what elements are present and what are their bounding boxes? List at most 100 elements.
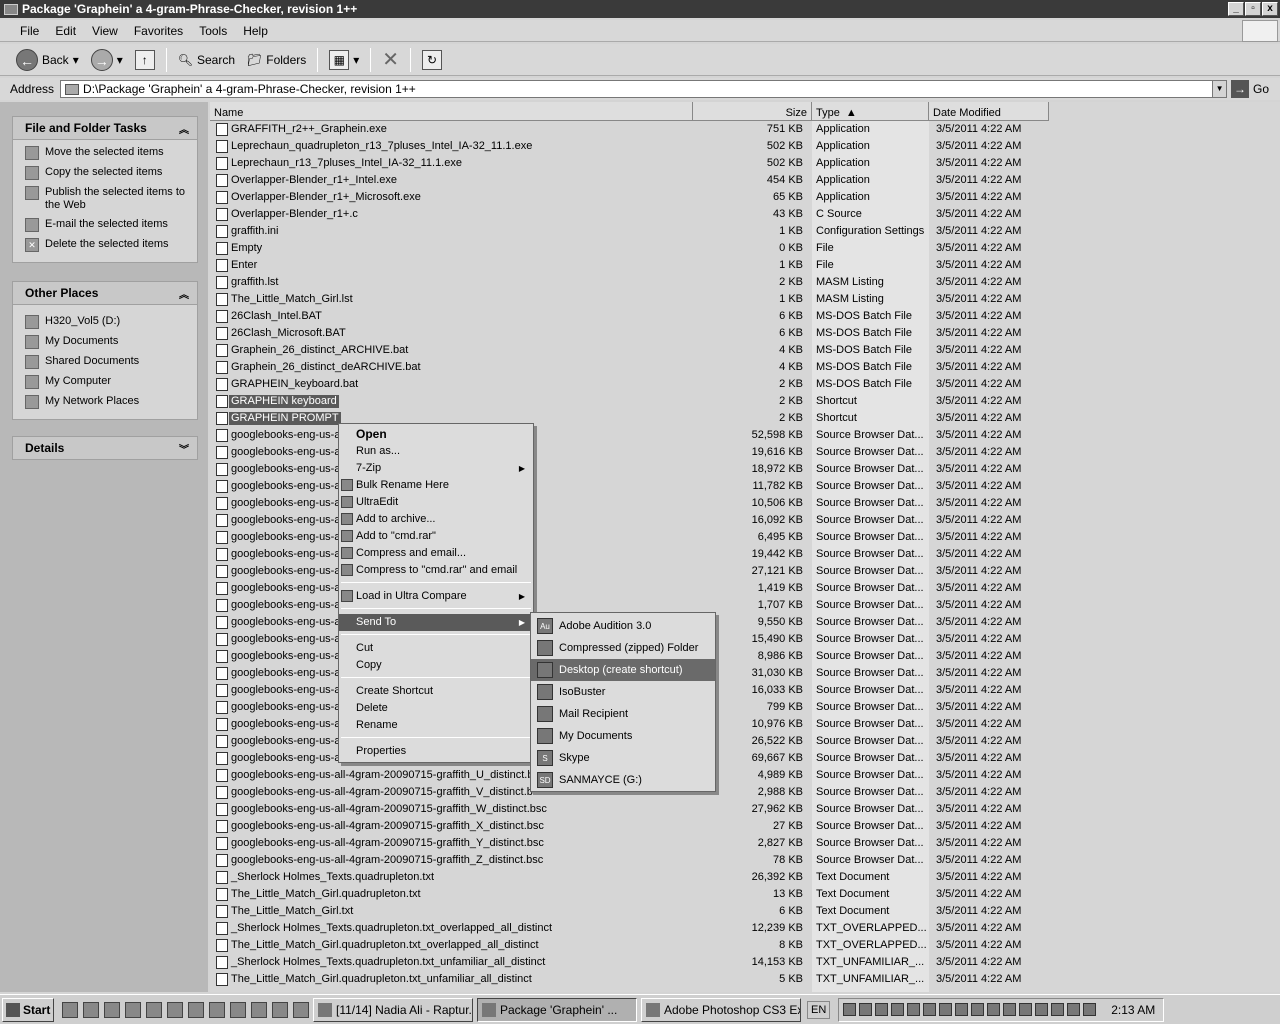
place-my-documents[interactable]: My Documents	[25, 335, 197, 349]
file-row[interactable]: googlebooks-eng-us-all-4gram-20090715-gr…	[210, 835, 1280, 852]
file-row[interactable]: googlebooks-eng-us-all-4gram-20090715-gr…	[210, 818, 1280, 835]
menu-item-bulk-rename[interactable]: Bulk Rename Here	[339, 477, 533, 494]
taskbar-item-photoshop[interactable]: Adobe Photoshop CS3 Ex...	[641, 997, 801, 1022]
minimize-button[interactable]: _	[1228, 2, 1244, 16]
tray-icon[interactable]	[859, 1003, 873, 1016]
tray-icon[interactable]	[923, 1003, 937, 1016]
file-row[interactable]: googlebooks-eng-us-all-4gram-20090715-gr…	[210, 852, 1280, 869]
menu-item-add-rar[interactable]: Add to "cmd.rar"	[339, 528, 533, 545]
move-items-link[interactable]: Move the selected items	[25, 146, 197, 160]
tray-icon[interactable]	[1003, 1003, 1017, 1016]
language-indicator[interactable]: EN	[807, 1000, 831, 1019]
tray-icon[interactable]	[1083, 1003, 1097, 1016]
menu-item-compress-email[interactable]: Compress and email...	[339, 545, 533, 562]
email-items-link[interactable]: E-mail the selected items	[25, 218, 197, 232]
file-row[interactable]: _Sherlock Holmes_Texts.quadrupleton.txt_…	[210, 954, 1280, 971]
quicklaunch-app-icon[interactable]	[230, 1001, 246, 1018]
file-row[interactable]: Overlapper-Blender_r1+_Microsoft.exe 65 K…	[210, 189, 1280, 206]
file-row[interactable]: GRAPHEIN keyboard 2 KB Shortcut 3/5/2011 4:…	[210, 393, 1280, 410]
folders-button[interactable]: 📁︎ Folders	[243, 47, 310, 73]
menu-item-open[interactable]: Open	[339, 426, 533, 443]
quicklaunch-app-icon[interactable]	[251, 1001, 267, 1018]
quicklaunch-app-icon[interactable]	[62, 1001, 78, 1018]
send-to-item[interactable]: Au Adobe Audition 3.0	[531, 615, 715, 637]
menu-item-delete[interactable]: Delete	[339, 700, 533, 717]
menu-item-run-as[interactable]: Run as...	[339, 443, 533, 460]
clock[interactable]: 2:13 AM	[1111, 1003, 1155, 1017]
file-row[interactable]: Overlapper-Blender_r1+.c 43 KB C Source 3/5…	[210, 206, 1280, 223]
tray-icon[interactable]	[843, 1003, 857, 1016]
sync-button[interactable]: ↻	[418, 47, 446, 73]
tray-icon[interactable]	[955, 1003, 969, 1016]
menu-item-cut[interactable]: Cut	[339, 640, 533, 657]
file-row[interactable]: googlebooks-eng-us-all-4gram-20090715-gr…	[210, 767, 1280, 784]
menu-edit[interactable]: Edit	[47, 24, 84, 38]
views-button[interactable]: ▦ ▾	[325, 47, 363, 73]
menu-item-7zip[interactable]: 7-Zip ▶	[339, 460, 533, 477]
file-row[interactable]: The_Little_Match_Girl.quadrupleton.txt_u…	[210, 971, 1280, 988]
file-row[interactable]: The_Little_Match_Girl.lst 1 KB MASM Listin…	[210, 291, 1280, 308]
menu-item-properties[interactable]: Properties	[339, 743, 533, 760]
send-to-item[interactable]: Compressed (zipped) Folder	[531, 637, 715, 659]
file-row[interactable]: Empty 0 KB File 3/5/2011 4:22 AM	[210, 240, 1280, 257]
back-button[interactable]: ← Back ▾	[12, 47, 83, 73]
send-to-item[interactable]: Mail Recipient	[531, 703, 715, 725]
forward-button[interactable]: → ▾	[87, 47, 127, 73]
file-row[interactable]: googlebooks-eng-us-all-4gram-20090715-gr…	[210, 784, 1280, 801]
send-to-item[interactable]: S Skype	[531, 747, 715, 769]
quicklaunch-app-icon[interactable]	[188, 1001, 204, 1018]
quicklaunch-app-icon[interactable]	[167, 1001, 183, 1018]
quicklaunch-app-icon[interactable]	[293, 1001, 309, 1018]
column-header-name[interactable]: Name	[210, 102, 693, 121]
file-row[interactable]: _Sherlock Holmes_Texts.quadrupleton.txt 2…	[210, 869, 1280, 886]
taskbar-item-media-player[interactable]: [11/14] Nadia Ali - Raptur...	[313, 997, 473, 1022]
menu-item-send-to[interactable]: Send To ▶	[339, 614, 533, 631]
panel-header[interactable]: File and Folder Tasks ︽	[12, 116, 198, 140]
panel-header[interactable]: Other Places ︽	[12, 281, 198, 305]
menu-favorites[interactable]: Favorites	[126, 24, 191, 38]
file-row[interactable]: Graphein_26_distinct_ARCHIVE.bat 4 KB MS-D…	[210, 342, 1280, 359]
tray-icon[interactable]	[1019, 1003, 1033, 1016]
quicklaunch-app-icon[interactable]	[209, 1001, 225, 1018]
panel-header[interactable]: Details ︾	[12, 436, 198, 460]
file-row[interactable]: Leprechaun_quadrupleton_r13_7pluses_Inte…	[210, 138, 1280, 155]
tray-icon[interactable]	[971, 1003, 985, 1016]
file-row[interactable]: Overlapper-Blender_r1+_Intel.exe 454 KB Ap…	[210, 172, 1280, 189]
menu-help[interactable]: Help	[235, 24, 276, 38]
go-button[interactable]: → Go	[1231, 80, 1269, 98]
tray-icon[interactable]	[875, 1003, 889, 1016]
place-shared-documents[interactable]: Shared Documents	[25, 355, 197, 369]
menu-view[interactable]: View	[84, 24, 126, 38]
tray-icon[interactable]	[1051, 1003, 1065, 1016]
tray-icon[interactable]	[1035, 1003, 1049, 1016]
address-dropdown-button[interactable]: ▼	[1212, 81, 1227, 97]
file-row[interactable]: googlebooks-eng-us-all-4gram-20090715-gr…	[210, 801, 1280, 818]
search-button[interactable]: 🔍︎ Search	[174, 47, 239, 73]
taskbar-item-explorer[interactable]: Package 'Graphein' ...	[477, 997, 637, 1022]
delete-toolbar-button[interactable]: ✕	[378, 47, 403, 73]
file-row[interactable]: _Sherlock Holmes_Texts.quadrupleton.txt_…	[210, 920, 1280, 937]
menu-item-rename[interactable]: Rename	[339, 717, 533, 734]
send-to-item[interactable]: SD SANMAYCE (G:)	[531, 769, 715, 791]
tray-icon[interactable]	[939, 1003, 953, 1016]
tray-icon[interactable]	[907, 1003, 921, 1016]
file-row[interactable]: The_Little_Match_Girl.txt 6 KB Text Docume…	[210, 903, 1280, 920]
file-row[interactable]: GRAFFITH_r2++_Graphein.exe 751 KB Applicat…	[210, 121, 1280, 138]
quicklaunch-app-icon[interactable]	[104, 1001, 120, 1018]
place-drive-d[interactable]: H320_Vol5 (D:)	[25, 315, 197, 329]
address-field[interactable]: D:\Package 'Graphein' a 4-gram-Phrase-Ch…	[60, 80, 1228, 98]
menu-item-ultra-compare[interactable]: Load in Ultra Compare ▶	[339, 588, 533, 605]
close-button[interactable]: x	[1262, 2, 1278, 16]
publish-items-link[interactable]: Publish the selected items to the Web	[25, 186, 197, 212]
file-row[interactable]: 26Clash_Intel.BAT 6 KB MS-DOS Batch File 3/…	[210, 308, 1280, 325]
start-button[interactable]: Start	[2, 997, 54, 1022]
quicklaunch-app-icon[interactable]	[146, 1001, 162, 1018]
menu-tools[interactable]: Tools	[191, 24, 235, 38]
tray-icon[interactable]	[987, 1003, 1001, 1016]
maximize-button[interactable]: ▫	[1245, 2, 1261, 16]
column-header-size[interactable]: Size	[693, 102, 812, 121]
tray-icon[interactable]	[1067, 1003, 1081, 1016]
file-row[interactable]: GRAPHEIN_keyboard.bat 2 KB MS-DOS Batch Fi…	[210, 376, 1280, 393]
up-folder-button[interactable]: ↑	[131, 47, 159, 73]
column-header-type[interactable]: Type ▲	[812, 102, 929, 121]
